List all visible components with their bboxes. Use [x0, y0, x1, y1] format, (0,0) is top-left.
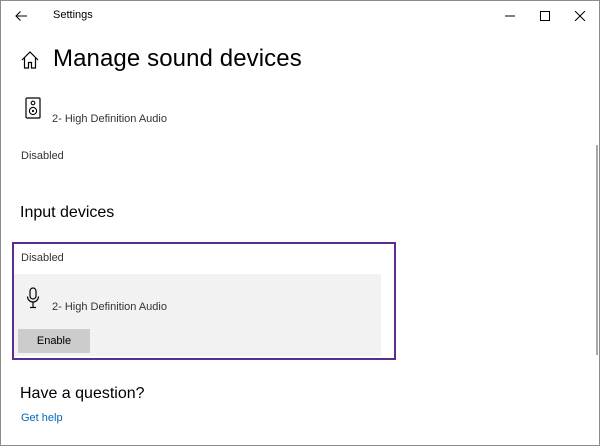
- back-button[interactable]: [9, 4, 33, 28]
- input-device-name: 2- High Definition Audio: [52, 301, 167, 313]
- get-help-link[interactable]: Get help: [21, 412, 63, 424]
- output-device-name[interactable]: 2- High Definition Audio: [52, 113, 167, 125]
- page-title: Manage sound devices: [53, 45, 302, 72]
- output-device-status: Disabled: [21, 150, 64, 162]
- settings-window: Settings Manage sound devices 2- High De…: [0, 0, 600, 446]
- close-button[interactable]: [563, 1, 597, 31]
- maximize-icon: [540, 11, 550, 21]
- home-icon[interactable]: [20, 50, 40, 70]
- have-a-question-heading: Have a question?: [20, 385, 145, 402]
- window-title: Settings: [53, 9, 93, 21]
- title-bar: Settings: [1, 1, 599, 31]
- minimize-button[interactable]: [493, 1, 527, 31]
- input-device-status: Disabled: [21, 252, 64, 264]
- minimize-icon: [505, 15, 515, 17]
- maximize-button[interactable]: [528, 1, 562, 31]
- close-icon: [575, 11, 585, 21]
- microphone-icon: [26, 287, 40, 309]
- enable-button[interactable]: Enable: [18, 329, 90, 353]
- speaker-icon: [25, 97, 41, 119]
- input-devices-heading: Input devices: [20, 204, 115, 221]
- back-arrow-icon: [15, 11, 27, 21]
- scrollbar[interactable]: [596, 145, 598, 355]
